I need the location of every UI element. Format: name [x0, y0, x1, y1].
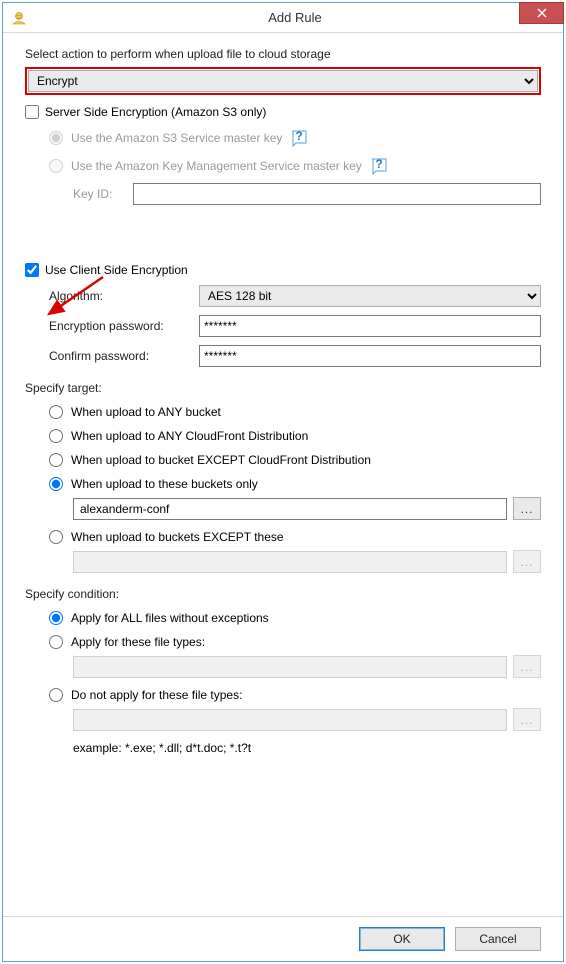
dialog-window: Add Rule Select action to perform when u… [2, 2, 564, 962]
cond-all-label: Apply for ALL files without exceptions [71, 611, 269, 625]
target-section-label: Specify target: [25, 381, 541, 395]
titlebar: Add Rule [3, 3, 563, 33]
svg-text:?: ? [296, 129, 303, 143]
cond-not-these-radio[interactable] [49, 688, 63, 702]
cond-all-row: Apply for ALL files without exceptions [49, 611, 541, 625]
cond-these-row: Apply for these file types: [49, 635, 541, 649]
cse-label: Use Client Side Encryption [45, 263, 188, 277]
cse-pass-row: Encryption password: [49, 315, 541, 337]
close-button[interactable] [519, 2, 564, 24]
cse-checkbox-row: Use Client Side Encryption [25, 263, 541, 277]
target-any-bucket-row: When upload to ANY bucket [49, 405, 541, 419]
sse-kms-label: Use the Amazon Key Management Service ma… [71, 159, 362, 173]
target-these-input[interactable] [73, 498, 507, 520]
cond-these-radio[interactable] [49, 635, 63, 649]
algorithm-select[interactable]: AES 128 bit [199, 285, 541, 307]
target-except-input [73, 551, 507, 573]
browse-button: ... [513, 655, 541, 678]
instruction-label: Select action to perform when upload fil… [25, 47, 541, 61]
sse-master-label: Use the Amazon S3 Service master key [71, 131, 282, 145]
browse-button: ... [513, 550, 541, 573]
target-except-these-label: When upload to buckets EXCEPT these [71, 530, 284, 544]
cse-checkbox[interactable] [25, 263, 39, 277]
target-except-input-row: ... [73, 550, 541, 573]
sse-kms-row: Use the Amazon Key Management Service ma… [49, 157, 541, 175]
confirm-password-input[interactable] [199, 345, 541, 367]
window-title: Add Rule [27, 10, 563, 25]
sse-keyid-input [133, 183, 541, 205]
cse-confirm-row: Confirm password: [49, 345, 541, 367]
app-icon [11, 10, 27, 26]
target-these-only-label: When upload to these buckets only [71, 477, 258, 491]
sse-label: Server Side Encryption (Amazon S3 only) [45, 105, 266, 119]
close-icon [537, 8, 547, 18]
sse-master-row: Use the Amazon S3 Service master key ? [49, 129, 541, 147]
cse-algo-label: Algorithm: [49, 289, 199, 303]
target-these-only-radio[interactable] [49, 477, 63, 491]
target-except-these-radio[interactable] [49, 530, 63, 544]
target-any-cf-label: When upload to ANY CloudFront Distributi… [71, 429, 308, 443]
browse-button: ... [513, 708, 541, 731]
target-any-bucket-label: When upload to ANY bucket [71, 405, 221, 419]
cancel-button[interactable]: Cancel [455, 927, 541, 951]
cse-pass-label: Encryption password: [49, 319, 199, 333]
sse-keyid-row: Key ID: [73, 183, 541, 205]
cse-algo-row: Algorithm: AES 128 bit [49, 285, 541, 307]
target-except-cf-row: When upload to bucket EXCEPT CloudFront … [49, 453, 541, 467]
help-icon[interactable]: ? [370, 157, 388, 175]
ok-button[interactable]: OK [359, 927, 445, 951]
cond-not-these-row: Do not apply for these file types: [49, 688, 541, 702]
target-these-input-row: ... [73, 497, 541, 520]
target-any-cf-row: When upload to ANY CloudFront Distributi… [49, 429, 541, 443]
cond-these-input-row: ... [73, 655, 541, 678]
encryption-password-input[interactable] [199, 315, 541, 337]
example-text: example: *.exe; *.dll; d*t.doc; *.t?t [73, 741, 541, 755]
target-except-cf-label: When upload to bucket EXCEPT CloudFront … [71, 453, 371, 467]
condition-section-label: Specify condition: [25, 587, 541, 601]
target-except-these-row: When upload to buckets EXCEPT these [49, 530, 541, 544]
browse-button[interactable]: ... [513, 497, 541, 520]
cond-not-these-input [73, 709, 507, 731]
sse-keyid-label: Key ID: [73, 187, 133, 201]
target-any-bucket-radio[interactable] [49, 405, 63, 419]
action-select-highlight: Encrypt [25, 67, 541, 95]
sse-kms-radio [49, 159, 63, 173]
dialog-footer: OK Cancel [3, 916, 563, 961]
target-any-cf-radio[interactable] [49, 429, 63, 443]
target-these-only-row: When upload to these buckets only [49, 477, 541, 491]
sse-master-radio [49, 131, 63, 145]
sse-checkbox-row: Server Side Encryption (Amazon S3 only) [25, 105, 541, 119]
action-select[interactable]: Encrypt [28, 70, 538, 92]
cond-these-label: Apply for these file types: [71, 635, 205, 649]
cond-all-radio[interactable] [49, 611, 63, 625]
svg-text:?: ? [375, 157, 382, 171]
dialog-content: Select action to perform when upload fil… [3, 33, 563, 916]
cse-confirm-label: Confirm password: [49, 349, 199, 363]
sse-checkbox[interactable] [25, 105, 39, 119]
cond-not-these-input-row: ... [73, 708, 541, 731]
target-except-cf-radio[interactable] [49, 453, 63, 467]
help-icon[interactable]: ? [290, 129, 308, 147]
cond-not-these-label: Do not apply for these file types: [71, 688, 242, 702]
cond-these-input [73, 656, 507, 678]
